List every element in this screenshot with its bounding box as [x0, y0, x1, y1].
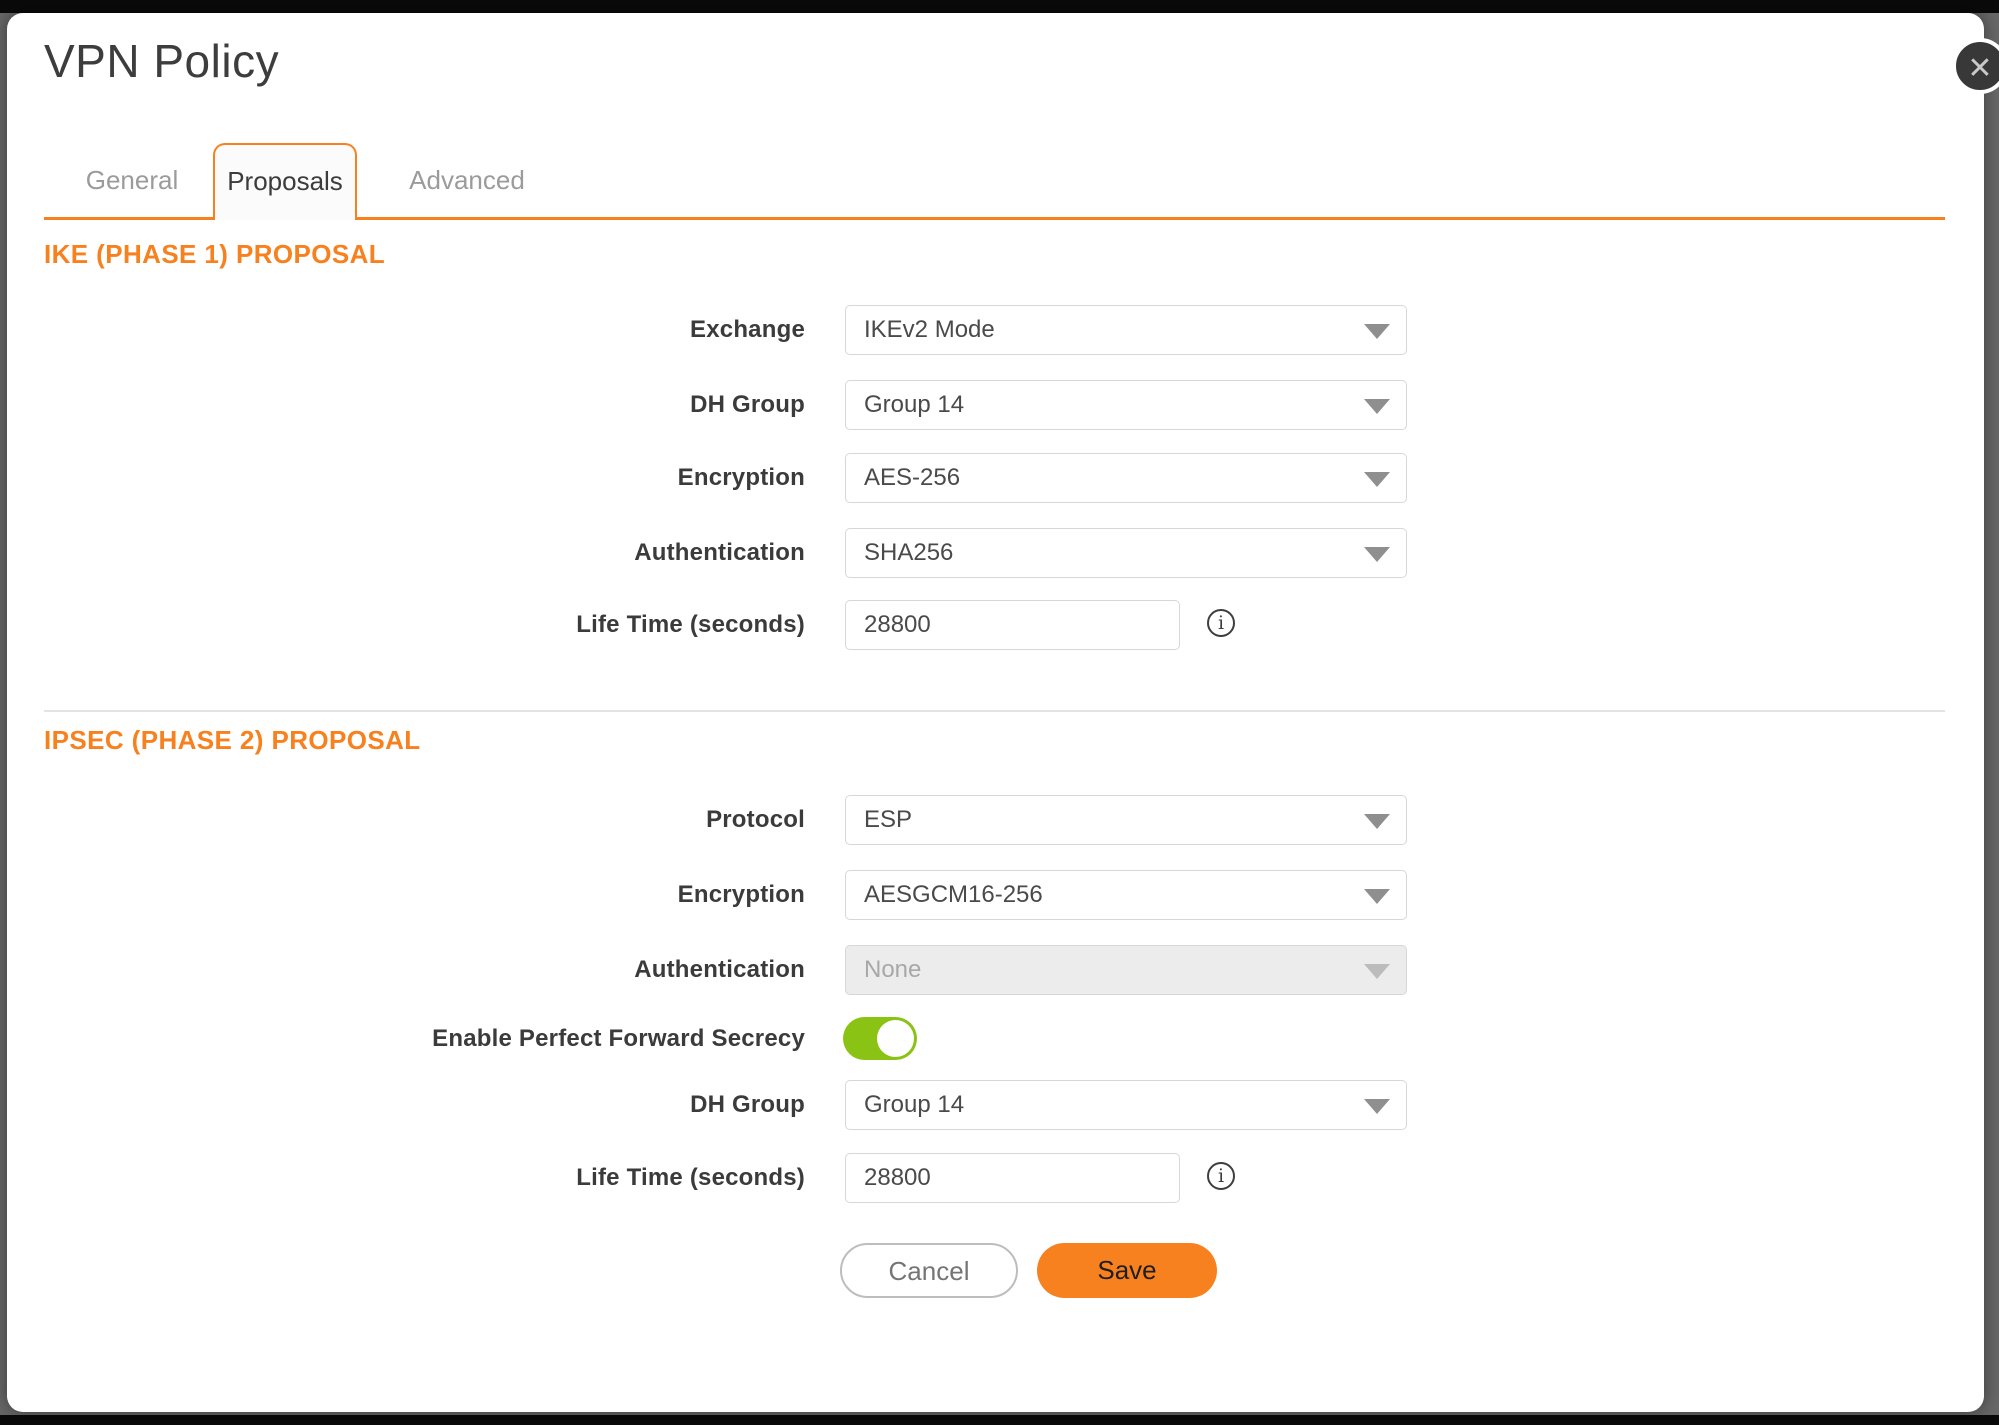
exchange-select[interactable]: IKEv2 Mode: [845, 305, 1407, 355]
dh-group-select[interactable]: Group 14: [845, 380, 1407, 430]
ipsec-life-time-input[interactable]: [845, 1153, 1180, 1203]
encryption-label: Encryption: [7, 453, 805, 503]
ipsec-encryption-label: Encryption: [7, 870, 805, 920]
ipsec-dh-group-label: DH Group: [7, 1080, 805, 1130]
authentication-label: Authentication: [7, 528, 805, 578]
ipsec-encryption-select[interactable]: AESGCM16-256: [845, 870, 1407, 920]
dh-group-label: DH Group: [7, 380, 805, 430]
dh-group-value: Group 14: [864, 391, 964, 418]
protocol-value: ESP: [864, 806, 912, 833]
form-row-dh-group: DH Group Group 14: [7, 380, 1984, 430]
tab-general[interactable]: General: [47, 143, 217, 217]
info-icon[interactable]: i: [1207, 1162, 1235, 1190]
tab-advanced[interactable]: Advanced: [387, 143, 547, 217]
caret-down-icon: [1364, 547, 1390, 562]
form-row-authentication: Authentication SHA256: [7, 528, 1984, 578]
caret-down-icon: [1364, 472, 1390, 487]
encryption-select[interactable]: AES-256: [845, 453, 1407, 503]
section-divider: [44, 710, 1945, 712]
protocol-label: Protocol: [7, 795, 805, 845]
close-icon[interactable]: ✕: [1952, 38, 1999, 94]
ipsec-authentication-label: Authentication: [7, 945, 805, 995]
caret-down-icon: [1364, 964, 1390, 979]
protocol-select[interactable]: ESP: [845, 795, 1407, 845]
form-row-ipsec-life-time: Life Time (seconds) i: [7, 1153, 1984, 1203]
form-row-life-time: Life Time (seconds) i: [7, 600, 1984, 650]
life-time-input[interactable]: [845, 600, 1180, 650]
cancel-button[interactable]: Cancel: [840, 1243, 1018, 1298]
form-row-pfs: Enable Perfect Forward Secrecy: [7, 1017, 1984, 1060]
ipsec-authentication-select: None: [845, 945, 1407, 995]
caret-down-icon: [1364, 889, 1390, 904]
info-icon[interactable]: i: [1207, 609, 1235, 637]
dialog-title: VPN Policy: [44, 31, 279, 91]
ipsec-dh-group-select[interactable]: Group 14: [845, 1080, 1407, 1130]
exchange-value: IKEv2 Mode: [864, 316, 995, 343]
ipsec-life-time-label: Life Time (seconds): [7, 1153, 805, 1203]
ipsec-dh-group-value: Group 14: [864, 1091, 964, 1118]
authentication-select[interactable]: SHA256: [845, 528, 1407, 578]
vpn-policy-dialog: VPN Policy General Proposals Advanced IK…: [7, 13, 1984, 1412]
caret-down-icon: [1364, 324, 1390, 339]
caret-down-icon: [1364, 1099, 1390, 1114]
encryption-value: AES-256: [864, 464, 960, 491]
form-row-ipsec-dh-group: DH Group Group 14: [7, 1080, 1984, 1130]
section-heading-ike-phase1: IKE (PHASE 1) PROPOSAL: [44, 239, 385, 270]
form-row-exchange: Exchange IKEv2 Mode: [7, 305, 1984, 355]
toggle-knob: [877, 1020, 914, 1057]
caret-down-icon: [1364, 814, 1390, 829]
form-row-protocol: Protocol ESP: [7, 795, 1984, 845]
form-row-ipsec-authentication: Authentication None: [7, 945, 1984, 995]
ipsec-encryption-value: AESGCM16-256: [864, 881, 1043, 908]
life-time-label: Life Time (seconds): [7, 600, 805, 650]
form-row-encryption: Encryption AES-256: [7, 453, 1984, 503]
exchange-label: Exchange: [7, 305, 805, 355]
ipsec-authentication-value: None: [864, 956, 921, 983]
pfs-label: Enable Perfect Forward Secrecy: [7, 1017, 805, 1060]
caret-down-icon: [1364, 399, 1390, 414]
save-button[interactable]: Save: [1037, 1243, 1217, 1298]
form-row-ipsec-encryption: Encryption AESGCM16-256: [7, 870, 1984, 920]
section-heading-ipsec-phase2: IPSEC (PHASE 2) PROPOSAL: [44, 725, 421, 756]
authentication-value: SHA256: [864, 539, 953, 566]
tab-proposals[interactable]: Proposals: [213, 143, 357, 220]
pfs-toggle[interactable]: [843, 1017, 917, 1060]
